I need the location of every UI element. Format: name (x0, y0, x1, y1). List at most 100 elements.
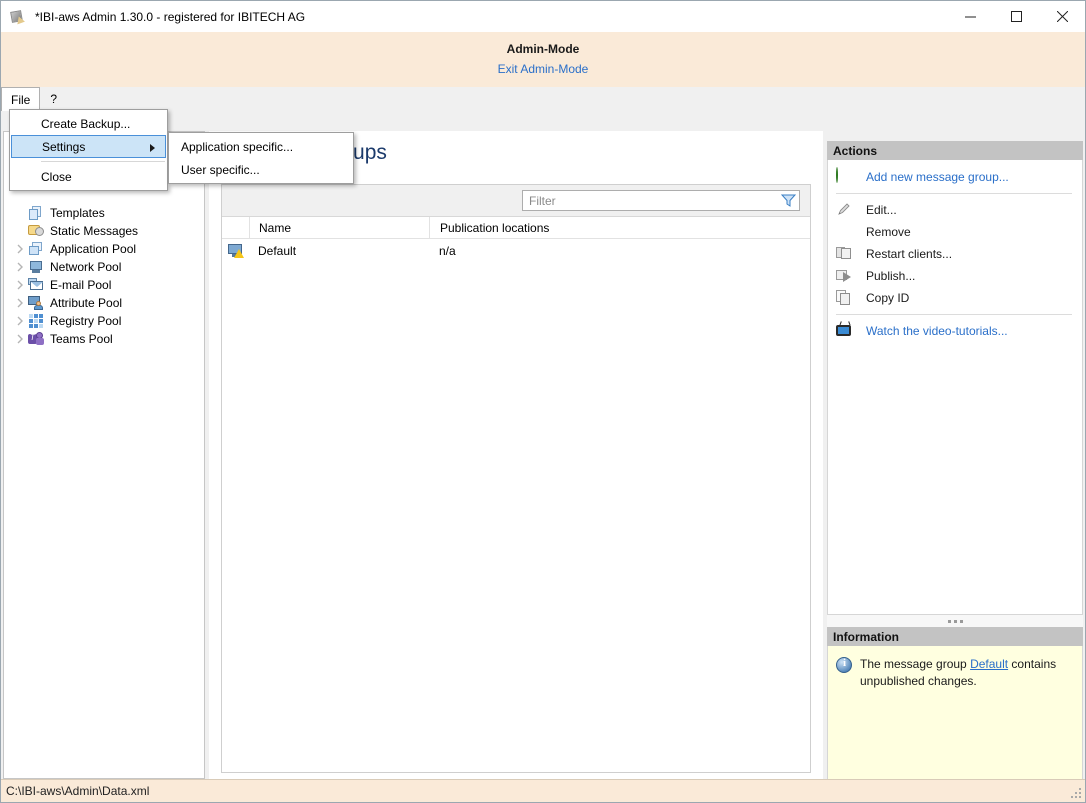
action-label: Copy ID (866, 291, 909, 305)
info-text-before: The message group (860, 657, 970, 671)
menu-bar: File ? (1, 87, 1085, 110)
edit-action[interactable]: Edit... (828, 199, 1082, 221)
action-label: Watch the video-tutorials... (866, 324, 1008, 338)
copy-id-action[interactable]: Copy ID (828, 287, 1082, 309)
menu-item-label: User specific... (181, 163, 260, 177)
action-label: Publish... (866, 269, 915, 283)
sidebar-item-label: Static Messages (50, 222, 138, 240)
menu-item-label: Settings (42, 140, 85, 154)
actions-panel-body: Add new message group... Edit... Remove (827, 160, 1083, 615)
exit-admin-mode-link[interactable]: Exit Admin-Mode (1, 60, 1085, 78)
publish-icon (836, 267, 858, 285)
file-menu-popup: Create Backup... Settings Close (9, 109, 168, 191)
info-default-link[interactable]: Default (970, 657, 1008, 671)
information-panel-header: Information (827, 627, 1083, 646)
chevron-right-icon[interactable] (12, 313, 28, 329)
restart-clients-icon (836, 245, 858, 263)
remove-circle-icon (836, 223, 858, 241)
cell-name: Default (249, 244, 429, 258)
menu-item-label: Application specific... (181, 140, 293, 154)
info-circle-icon (836, 657, 852, 673)
menu-item-close[interactable]: Close (10, 165, 167, 188)
sidebar-item-static-messages[interactable]: Static Messages (4, 222, 204, 240)
watch-video-tutorials-action[interactable]: Watch the video-tutorials... (828, 320, 1082, 342)
app-pen-icon (9, 8, 27, 26)
application-pool-icon (28, 241, 44, 257)
menu-item-label: Close (41, 170, 72, 184)
chevron-right-icon[interactable] (12, 295, 28, 311)
funnel-icon[interactable] (777, 191, 799, 210)
filter-field[interactable] (522, 190, 800, 211)
menu-item-settings[interactable]: Settings (11, 135, 166, 158)
navigation-tree[interactable]: Templates Static Messages Application Po… (3, 131, 205, 779)
action-label: Edit... (866, 203, 897, 217)
column-header-publication-locations[interactable]: Publication locations (430, 221, 810, 235)
admin-mode-title: Admin-Mode (1, 41, 1085, 58)
chevron-right-icon[interactable] (12, 331, 28, 347)
maximize-button[interactable] (993, 1, 1039, 32)
pencil-icon (836, 201, 858, 219)
information-panel: Information The message group Default co… (827, 627, 1083, 780)
menu-divider (41, 161, 165, 162)
add-circle-icon (836, 168, 858, 186)
action-label: Remove (866, 225, 911, 239)
sidebar-item-email-pool[interactable]: E-mail Pool (4, 276, 204, 294)
information-message: The message group Default contains unpub… (860, 656, 1060, 690)
sidebar-item-templates[interactable]: Templates (4, 204, 204, 222)
chevron-right-icon[interactable] (12, 277, 28, 293)
menu-help[interactable]: ? (40, 87, 67, 110)
settings-submenu-popup: Application specific... User specific... (168, 132, 354, 184)
registry-pool-icon (28, 313, 44, 329)
cell-publication-locations: n/a (429, 244, 810, 258)
attribute-pool-icon (28, 295, 44, 311)
minimize-button[interactable] (947, 1, 993, 32)
publish-action[interactable]: Publish... (828, 265, 1082, 287)
divider (836, 193, 1072, 194)
sidebar-item-network-pool[interactable]: Network Pool (4, 258, 204, 276)
window-title: *IBI-aws Admin 1.30.0 - registered for I… (35, 10, 305, 24)
restart-clients-action[interactable]: Restart clients... (828, 243, 1082, 265)
status-bar: C:\IBI-aws\Admin\Data.xml (1, 779, 1085, 802)
sidebar-item-label: Templates (50, 204, 105, 222)
table-header-row: Name Publication locations (222, 217, 810, 239)
application-window: *IBI-aws Admin 1.30.0 - registered for I… (0, 0, 1086, 803)
resize-grip-icon[interactable] (1070, 787, 1082, 799)
message-group-warning-icon (222, 243, 249, 259)
sidebar-item-teams-pool[interactable]: Teams Pool (4, 330, 204, 348)
menu-item-label: Create Backup... (41, 117, 130, 131)
status-file-path: C:\IBI-aws\Admin\Data.xml (6, 784, 149, 798)
column-header-name[interactable]: Name (250, 221, 429, 235)
sidebar-item-label: Network Pool (50, 258, 121, 276)
action-label: Add new message group... (866, 170, 1009, 184)
tv-icon (836, 322, 858, 340)
chevron-right-icon[interactable] (12, 259, 28, 275)
table-toolbar (222, 185, 810, 217)
chevron-right-icon[interactable] (12, 241, 28, 257)
close-button[interactable] (1039, 1, 1085, 32)
sidebar-item-application-pool[interactable]: Application Pool (4, 240, 204, 258)
sidebar-item-registry-pool[interactable]: Registry Pool (4, 312, 204, 330)
actions-panel-header: Actions (827, 141, 1083, 160)
title-bar: *IBI-aws Admin 1.30.0 - registered for I… (1, 1, 1085, 32)
search-input[interactable] (523, 191, 777, 210)
admin-mode-banner: Admin-Mode Exit Admin-Mode (1, 32, 1085, 87)
sidebar-item-label: E-mail Pool (50, 276, 111, 294)
add-new-message-group-action[interactable]: Add new message group... (828, 166, 1082, 188)
actions-panel: Actions Add new message group... Edit... (827, 141, 1083, 615)
sidebar-item-label: Registry Pool (50, 312, 121, 330)
menu-item-application-specific[interactable]: Application specific... (169, 135, 353, 158)
static-messages-icon (28, 223, 44, 239)
action-label: Restart clients... (866, 247, 952, 261)
table-row[interactable]: Default n/a (222, 239, 810, 262)
menu-item-user-specific[interactable]: User specific... (169, 158, 353, 181)
remove-action[interactable]: Remove (828, 221, 1082, 243)
menu-file[interactable]: File (1, 87, 40, 111)
message-groups-table: Name Publication locations Default n/a (221, 184, 811, 773)
teams-pool-icon (28, 331, 44, 347)
sidebar-item-attribute-pool[interactable]: Attribute Pool (4, 294, 204, 312)
main-content-panel: Message Groups Na (209, 131, 823, 779)
sidebar-item-label: Attribute Pool (50, 294, 122, 312)
templates-icon (28, 205, 44, 221)
dock-splitter-handle[interactable] (827, 615, 1083, 627)
menu-item-create-backup[interactable]: Create Backup... (10, 112, 167, 135)
